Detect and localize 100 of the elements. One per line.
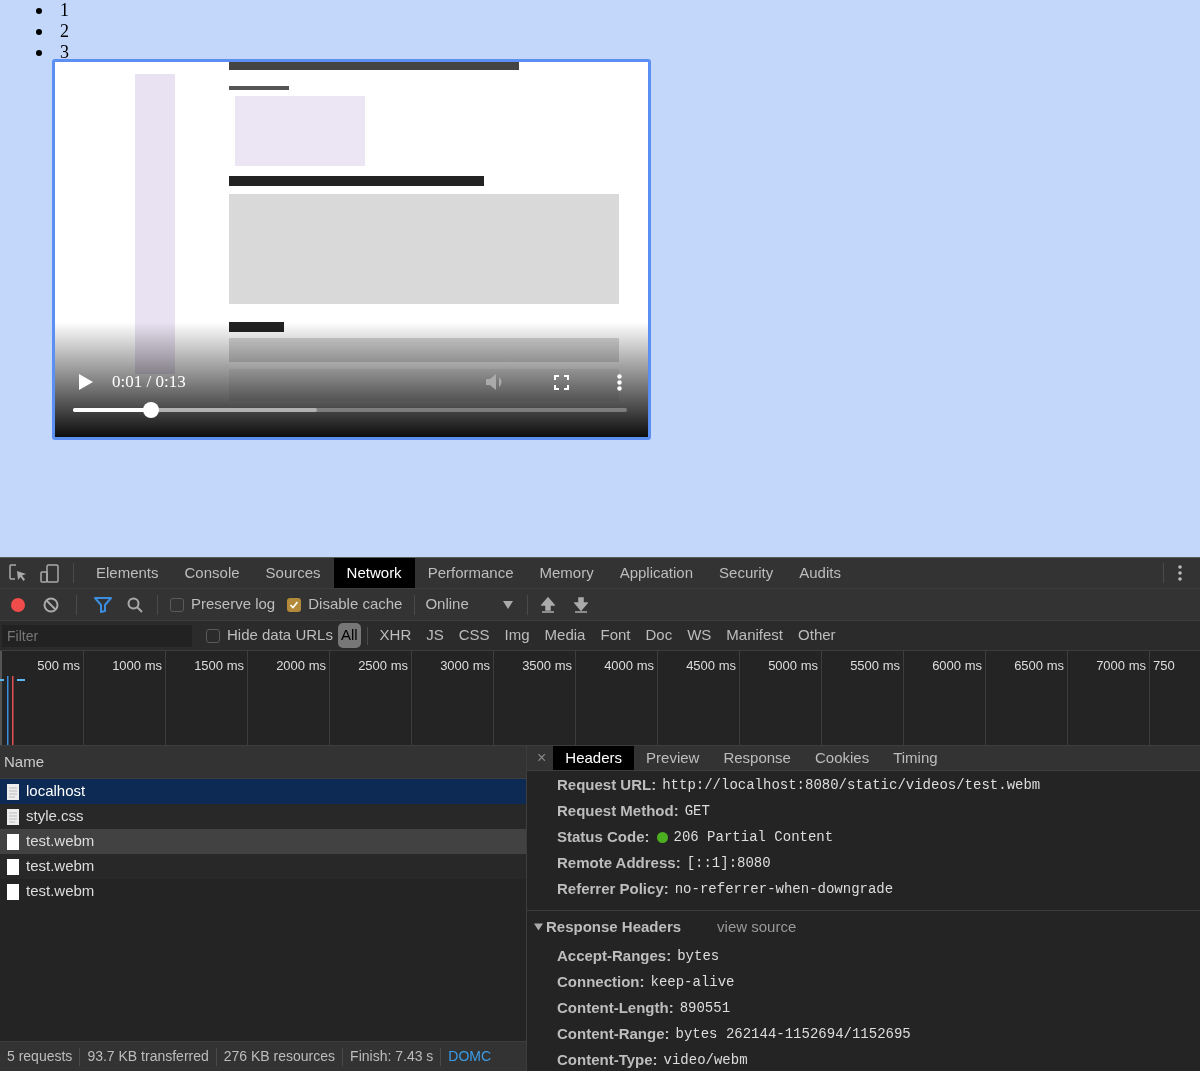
type-filter[interactable]: Media	[541, 623, 589, 648]
detail-tab[interactable]: Cookies	[802, 746, 882, 770]
request-row[interactable]: test.webm	[0, 854, 526, 879]
tick-label: 5000 ms	[768, 657, 818, 672]
checkbox[interactable]	[170, 597, 184, 612]
panel-tab[interactable]: Elements	[83, 558, 172, 588]
tick-label: 4000 ms	[604, 657, 654, 672]
type-filter[interactable]: Font	[597, 623, 634, 648]
tick-label: 1000 ms	[112, 657, 162, 672]
list-item: 2	[60, 21, 69, 42]
caret-icon	[503, 600, 514, 609]
header-value: [::1]:8080	[686, 853, 771, 873]
search-icon[interactable]	[127, 596, 143, 613]
bullet-icon	[36, 28, 42, 35]
header-value: bytes	[677, 946, 720, 966]
header-value: no-referrer-when-downgrade	[674, 879, 894, 899]
summary-text: Finish: 7.43 s	[349, 1047, 435, 1066]
fullscreen-icon[interactable]	[554, 374, 569, 390]
view-source-link[interactable]: view source	[717, 915, 797, 939]
detail-tab[interactable]: Preview	[634, 746, 712, 770]
header-value: http://localhost:8080/static/videos/test.webm	[662, 775, 1041, 795]
checkbox-label[interactable]: Disable cache	[308, 593, 403, 616]
tick-label: 4500 ms	[686, 657, 736, 672]
type-filter[interactable]: JS	[423, 623, 447, 648]
panel-tab[interactable]: Application	[606, 558, 707, 588]
record-button[interactable]	[11, 597, 25, 612]
panel-tab[interactable]: Memory	[526, 558, 607, 588]
request-name: style.css	[26, 806, 84, 827]
download-icon[interactable]	[574, 596, 589, 613]
tick-label: 2000 ms	[276, 657, 326, 672]
checkbox-label[interactable]: Hide data URLs	[227, 624, 333, 647]
header-name: Request URL:	[557, 774, 657, 795]
throttling-dropdown[interactable]: Online	[425, 593, 514, 616]
type-filter[interactable]: Manifest	[723, 623, 787, 648]
panel-tab[interactable]: Security	[706, 558, 787, 588]
detail-tab[interactable]: Timing	[881, 746, 950, 770]
checkbox[interactable]	[287, 597, 302, 612]
header-value: bytes 262144-1152694/1152695	[675, 1024, 911, 1044]
tick-label: 3000 ms	[440, 657, 490, 672]
play-icon[interactable]	[79, 374, 93, 390]
inspect-icon[interactable]	[9, 564, 27, 582]
column-header[interactable]: Name	[4, 750, 44, 774]
type-filter[interactable]: Img	[501, 623, 533, 648]
tick-label: 750	[1153, 657, 1175, 672]
checkbox-label[interactable]: Preserve log	[191, 593, 276, 616]
detail-tab[interactable]: Headers	[553, 746, 635, 770]
close-button[interactable]: ×	[537, 746, 547, 770]
more-icon[interactable]	[1178, 565, 1182, 581]
clear-icon[interactable]	[43, 596, 59, 613]
tick-label: 2500 ms	[358, 657, 408, 672]
header-value: GET	[684, 801, 710, 821]
header-value: 206 Partial Content	[673, 827, 834, 847]
filter-field[interactable]: Filter	[2, 624, 192, 647]
header-name: Status Code:	[557, 826, 650, 847]
upload-icon[interactable]	[541, 596, 556, 613]
request-name: test.webm	[26, 881, 95, 902]
more-icon[interactable]	[617, 373, 622, 391]
panel-tab[interactable]: Audits	[786, 558, 854, 588]
type-filter[interactable]: Other	[795, 623, 839, 648]
section-title[interactable]: Response Headers	[546, 915, 682, 939]
header-name: Content-Type:	[557, 1049, 658, 1070]
summary-link[interactable]: DOMC	[441, 1046, 499, 1067]
type-filter[interactable]: WS	[684, 623, 715, 648]
header-name: Request Method:	[557, 800, 679, 821]
panel-tab[interactable]: Performance	[414, 558, 527, 588]
header-value: keep-alive	[650, 972, 735, 992]
bullet-icon	[36, 7, 42, 14]
header-value: 890551	[679, 998, 731, 1018]
tick-label: 7000 ms	[1096, 657, 1146, 672]
request-row[interactable]: style.css	[0, 804, 526, 829]
tick-label: 6500 ms	[1014, 657, 1064, 672]
panel-tab[interactable]: Network	[333, 558, 415, 588]
file-icon	[7, 883, 19, 900]
tick-label: 6000 ms	[932, 657, 982, 672]
detail-tab[interactable]: Response	[711, 746, 803, 770]
list-item: 1	[60, 0, 69, 21]
panel-tab[interactable]: Sources	[252, 558, 334, 588]
request-row[interactable]: test.webm	[0, 829, 526, 854]
request-row[interactable]: localhost	[0, 779, 526, 804]
device-icon[interactable]	[40, 563, 59, 583]
type-filter[interactable]: XHR	[376, 623, 415, 648]
video-player[interactable]: 0:01 / 0:13	[52, 59, 651, 440]
header-name: Connection:	[557, 971, 645, 992]
tick-label: 5500 ms	[850, 657, 900, 672]
summary-text: 93.7 KB transferred	[86, 1047, 210, 1066]
header-name: Remote Address:	[557, 852, 681, 873]
summary-text: 5 requests	[6, 1047, 74, 1066]
document-icon	[7, 808, 19, 825]
panel-tab[interactable]: Console	[171, 558, 253, 588]
summary-text: 276 KB resources	[222, 1047, 337, 1066]
type-filter[interactable]: CSS	[455, 623, 493, 648]
header-name: Content-Length:	[557, 997, 674, 1018]
bullet-icon	[36, 49, 42, 56]
expand-icon[interactable]	[534, 923, 543, 931]
type-filter[interactable]: All	[337, 623, 361, 648]
type-filter[interactable]: Doc	[642, 623, 676, 648]
header-name: Content-Range:	[557, 1023, 670, 1044]
checkbox[interactable]	[206, 628, 220, 643]
time-display: 0:01 / 0:13	[112, 371, 186, 394]
filter-icon[interactable]	[94, 596, 112, 613]
